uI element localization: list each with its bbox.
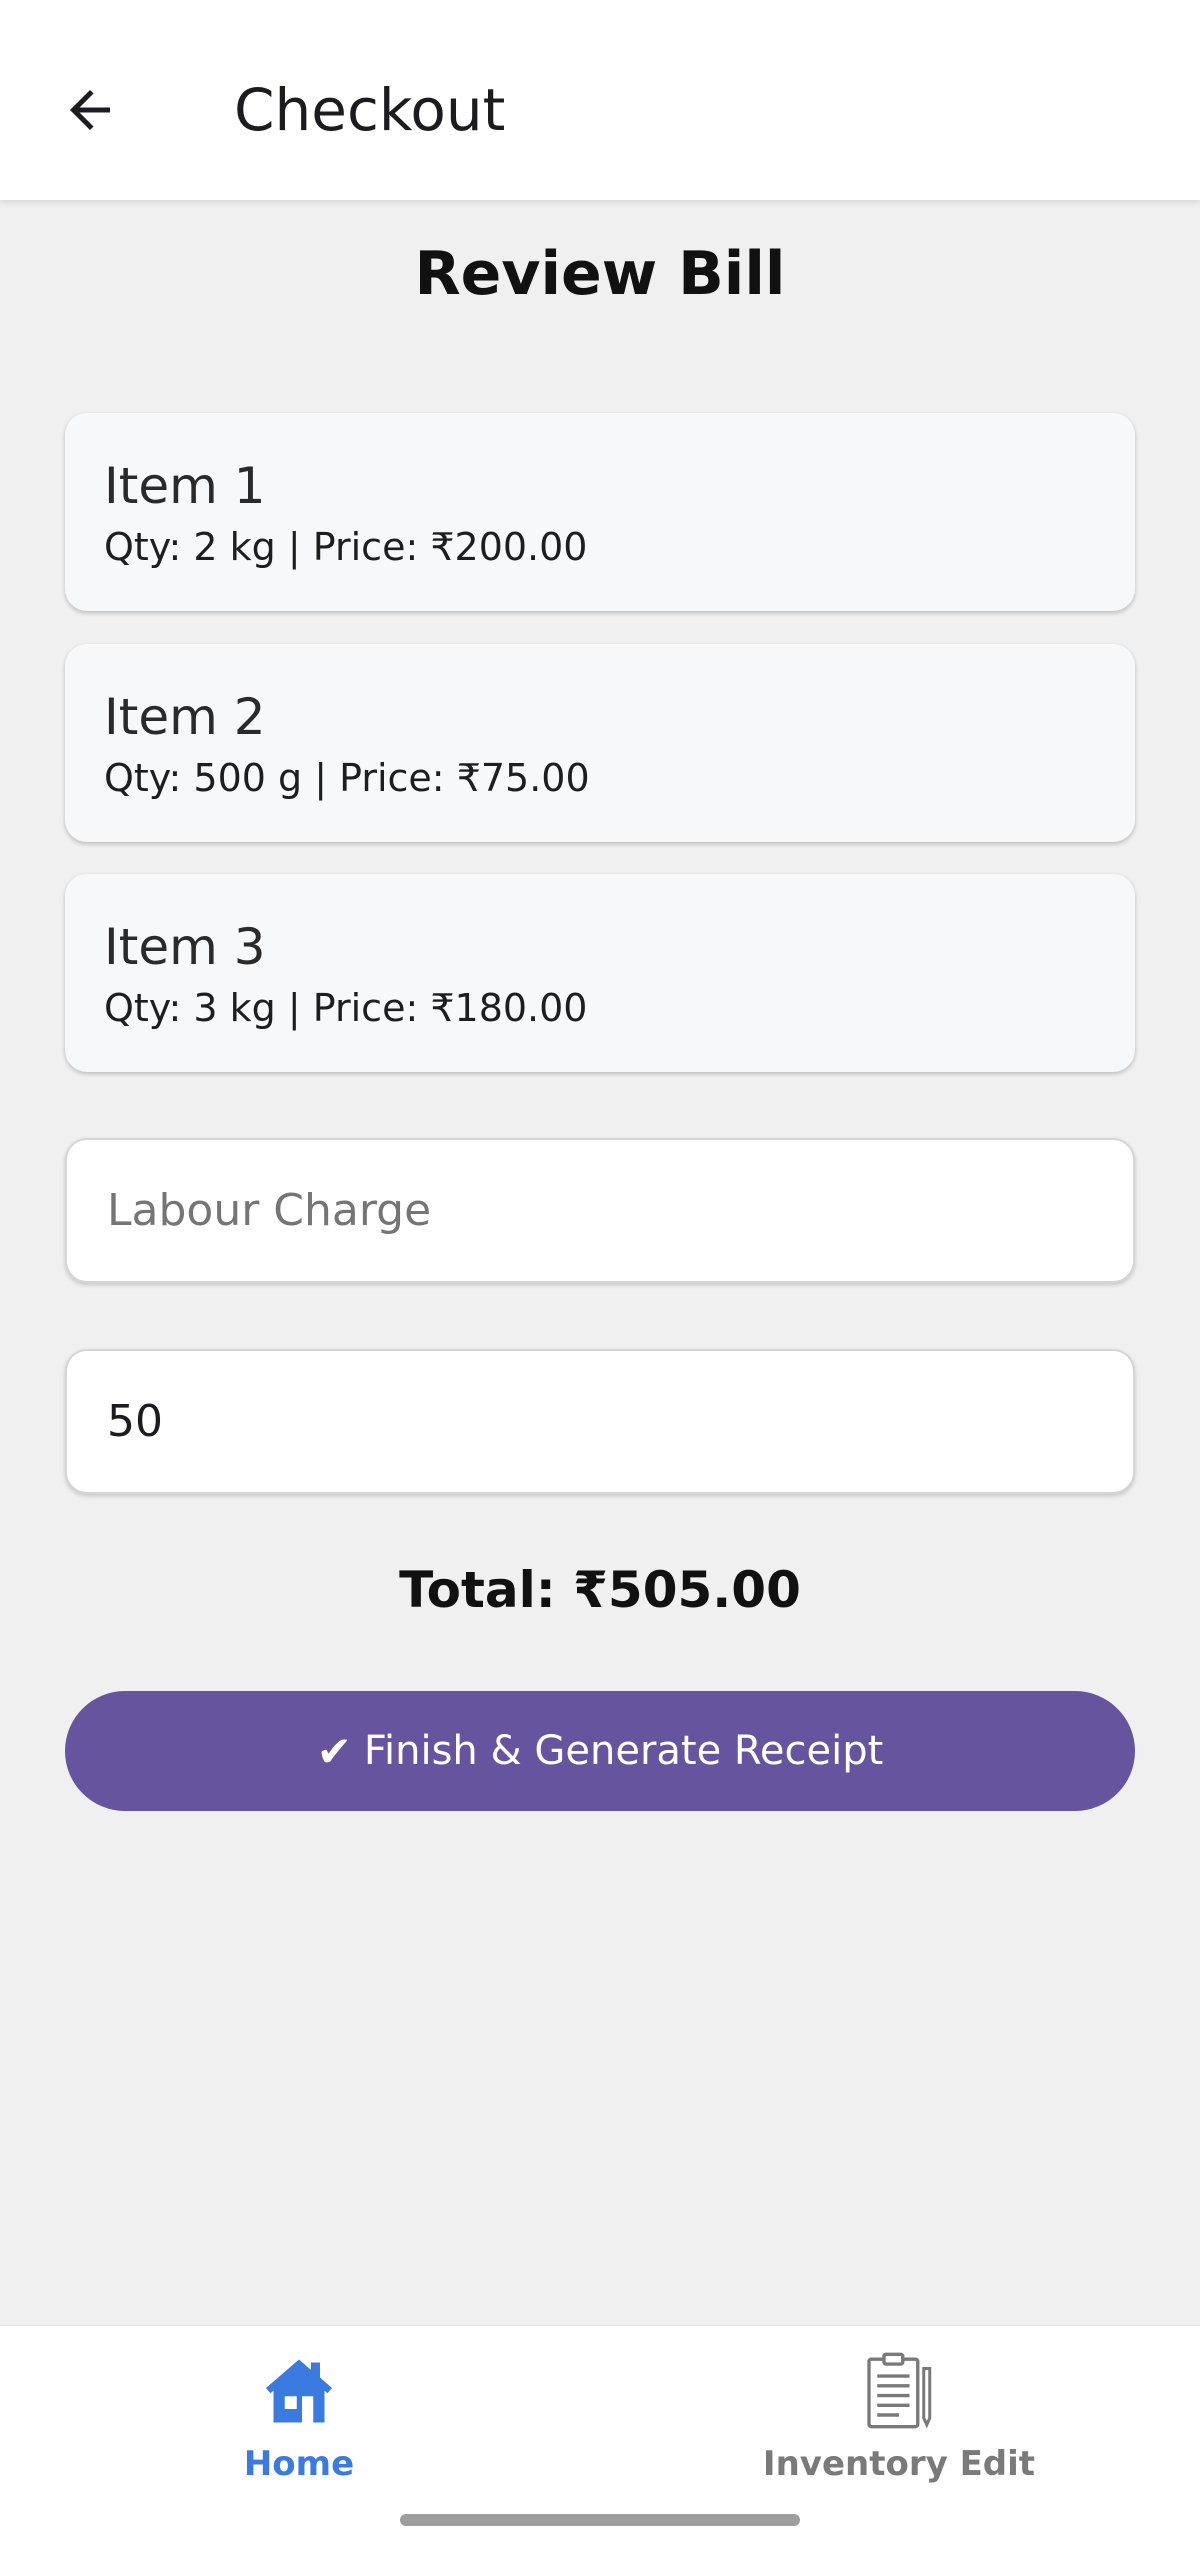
item-detail: Qty: 2 kg | Price: ₹200.00 bbox=[104, 525, 588, 569]
home-icon bbox=[266, 2359, 332, 2423]
item-name: Item 1 bbox=[104, 457, 266, 515]
item-name: Item 2 bbox=[104, 688, 266, 746]
app-bar: Checkout bbox=[0, 0, 1200, 200]
nav-item-home[interactable]: Home bbox=[99, 2346, 499, 2516]
item-detail: Qty: 3 kg | Price: ₹180.00 bbox=[104, 986, 588, 1030]
nav-label-home: Home bbox=[243, 2444, 355, 2484]
item-detail: Qty: 500 g | Price: ₹75.00 bbox=[104, 756, 590, 800]
arrow-left-icon bbox=[70, 90, 110, 130]
check-icon: ✔ bbox=[316, 1726, 352, 1776]
nav-item-inventory-edit[interactable]: Inventory Edit bbox=[699, 2346, 1099, 2516]
gesture-handle[interactable] bbox=[400, 2514, 800, 2526]
bill-item-card: Item 1 Qty: 2 kg | Price: ₹200.00 bbox=[65, 413, 1135, 611]
finish-button-label: Finish & Generate Receipt bbox=[363, 1728, 884, 1774]
labour-charge-input[interactable] bbox=[65, 1138, 1135, 1283]
finish-generate-receipt-button[interactable]: ✔ Finish & Generate Receipt bbox=[65, 1691, 1135, 1811]
page-title: Review Bill bbox=[414, 239, 786, 309]
item-name: Item 3 bbox=[104, 918, 266, 976]
bill-item-card: Item 3 Qty: 3 kg | Price: ₹180.00 bbox=[65, 874, 1135, 1072]
charge-value-input[interactable] bbox=[65, 1349, 1135, 1494]
back-button[interactable] bbox=[50, 70, 130, 150]
app-bar-title: Checkout bbox=[234, 76, 506, 144]
bill-total: Total: ₹505.00 bbox=[399, 1561, 801, 1619]
bill-item-card: Item 2 Qty: 500 g | Price: ₹75.00 bbox=[65, 644, 1135, 842]
nav-label-inventory-edit: Inventory Edit bbox=[762, 2444, 1036, 2484]
clipboard-icon bbox=[867, 2352, 932, 2429]
